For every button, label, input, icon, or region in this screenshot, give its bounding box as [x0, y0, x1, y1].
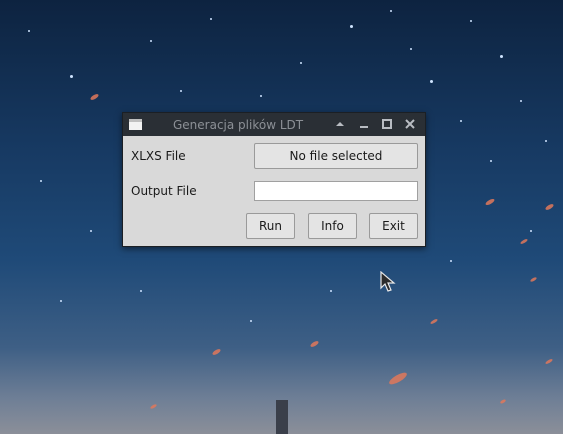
app-window-icon — [129, 119, 142, 130]
exit-button[interactable]: Exit — [369, 213, 418, 239]
output-file-input[interactable] — [254, 181, 418, 201]
ember — [544, 203, 555, 211]
ember — [499, 398, 507, 405]
star — [490, 160, 492, 162]
star — [210, 18, 212, 20]
star — [350, 25, 353, 28]
window-title: Generacja plików LDT — [173, 118, 304, 132]
star — [545, 140, 547, 142]
star — [460, 120, 462, 122]
app-window: Generacja plików LDT XLXS File No file s… — [122, 112, 426, 247]
shade-icon[interactable] — [333, 117, 347, 131]
star — [150, 40, 152, 42]
ember — [149, 403, 158, 410]
star — [430, 80, 433, 83]
ember — [309, 340, 320, 348]
ember — [529, 276, 538, 283]
star — [90, 230, 92, 232]
ember — [484, 197, 496, 207]
tower-silhouette — [276, 400, 288, 434]
star — [390, 10, 392, 12]
xlsx-file-label: XLXS File — [131, 149, 186, 163]
star — [60, 300, 62, 302]
star — [40, 180, 42, 182]
star — [520, 100, 522, 102]
window-titlebar[interactable]: Generacja plików LDT — [123, 113, 425, 136]
mouse-pointer-icon — [380, 270, 396, 297]
ember — [387, 370, 409, 387]
ember — [89, 93, 100, 101]
star — [410, 48, 412, 50]
output-file-label: Output File — [131, 184, 197, 198]
select-xlsx-file-button[interactable]: No file selected — [254, 143, 418, 169]
close-icon[interactable] — [403, 117, 417, 131]
star — [300, 62, 302, 64]
star — [250, 320, 252, 322]
star — [140, 290, 142, 292]
ember — [211, 348, 222, 356]
star — [500, 55, 503, 58]
star — [260, 95, 262, 97]
star — [330, 290, 332, 292]
maximize-icon[interactable] — [380, 117, 394, 131]
minimize-icon[interactable] — [357, 117, 371, 131]
ember — [544, 358, 554, 365]
info-button[interactable]: Info — [308, 213, 357, 239]
star — [470, 20, 472, 22]
ember — [519, 238, 529, 245]
star — [70, 75, 73, 78]
star — [450, 260, 452, 262]
ember — [429, 318, 439, 325]
star — [180, 90, 182, 92]
run-button[interactable]: Run — [246, 213, 295, 239]
star — [530, 230, 532, 232]
star — [28, 30, 30, 32]
